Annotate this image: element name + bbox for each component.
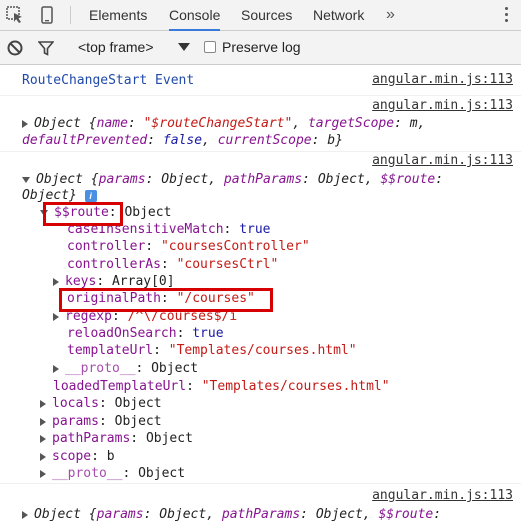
prop-scope[interactable]: scope: b <box>40 448 115 465</box>
prop-controller: controller: "coursesController" <box>67 239 310 254</box>
source-link[interactable]: angular.min.js:113 <box>372 488 513 503</box>
expand-arrow-icon[interactable] <box>40 469 46 478</box>
object-summary[interactable]: Object {name: "$routeChangeStart", targe… <box>22 115 425 132</box>
prop-pathParams[interactable]: pathParams: Object <box>40 430 193 447</box>
console-toolbar: <top frame> Preserve log <box>0 31 521 65</box>
expand-arrow-icon[interactable] <box>40 434 46 443</box>
expand-arrow-icon[interactable] <box>53 277 59 286</box>
prop-params[interactable]: params: Object <box>40 413 162 430</box>
highlight-originalpath-box <box>59 288 273 312</box>
tab-network[interactable]: Network <box>313 0 364 30</box>
expand-arrow-icon[interactable] <box>53 312 59 321</box>
expand-arrow-icon[interactable] <box>40 417 46 426</box>
expand-arrow-icon[interactable] <box>53 364 59 373</box>
frame-selector[interactable]: <top frame> <box>78 39 154 55</box>
inspect-element-icon[interactable] <box>6 6 24 24</box>
source-link[interactable]: angular.min.js:113 <box>372 98 513 113</box>
toolbar-separator <box>70 6 71 24</box>
prop-loadedTemplateUrl: loadedTemplateUrl: "Templates/courses.ht… <box>53 379 390 394</box>
prop-locals[interactable]: locals: Object <box>40 395 162 412</box>
console-message: angular.min.js:113 Object {params: Objec… <box>0 484 521 523</box>
more-tabs-icon[interactable]: » <box>386 0 395 30</box>
prop-controllerAs: controllerAs: "coursesCtrl" <box>67 257 279 272</box>
log-text: RouteChangeStart Event <box>22 73 195 88</box>
devtools-tab-bar: Elements Console Sources Network » <box>0 0 521 31</box>
expand-arrow-icon[interactable] <box>22 119 28 128</box>
tab-elements[interactable]: Elements <box>89 0 147 30</box>
customize-menu-icon[interactable] <box>505 7 509 23</box>
chevron-down-icon[interactable] <box>178 43 190 51</box>
console-message: angular.min.js:113 Object {name: "$route… <box>0 96 521 152</box>
source-link[interactable]: angular.min.js:113 <box>372 72 513 87</box>
device-mode-icon[interactable] <box>38 6 56 24</box>
object-summary-cont: defaultPrevented: false, currentScope: b… <box>22 133 343 148</box>
highlight-route-box <box>43 202 123 226</box>
source-link[interactable]: angular.min.js:113 <box>372 153 513 168</box>
collapse-arrow-icon[interactable] <box>22 176 30 183</box>
object-summary[interactable]: Object {params: Object, pathParams: Obje… <box>22 506 441 523</box>
tab-console[interactable]: Console <box>169 0 221 31</box>
expand-arrow-icon[interactable] <box>22 510 28 519</box>
expand-arrow-icon[interactable] <box>40 452 46 461</box>
preserve-log-label: Preserve log <box>222 39 301 55</box>
filter-icon[interactable] <box>38 41 54 56</box>
clear-console-icon[interactable] <box>7 40 23 56</box>
tab-sources[interactable]: Sources <box>241 0 292 30</box>
prop-reloadOnSearch: reloadOnSearch: true <box>67 326 224 341</box>
preserve-log-checkbox[interactable] <box>204 41 216 53</box>
expand-arrow-icon[interactable] <box>40 399 46 408</box>
object-summary[interactable]: Object {params: Object, pathParams: Obje… <box>22 171 443 188</box>
console-message: RouteChangeStart Event angular.min.js:11… <box>0 66 521 96</box>
info-icon[interactable]: i <box>84 189 97 202</box>
prop-proto-inner[interactable]: __proto__: Object <box>53 360 198 377</box>
prop-proto-outer[interactable]: __proto__: Object <box>40 465 185 482</box>
prop-templateUrl: templateUrl: "Templates/courses.html" <box>67 343 357 358</box>
